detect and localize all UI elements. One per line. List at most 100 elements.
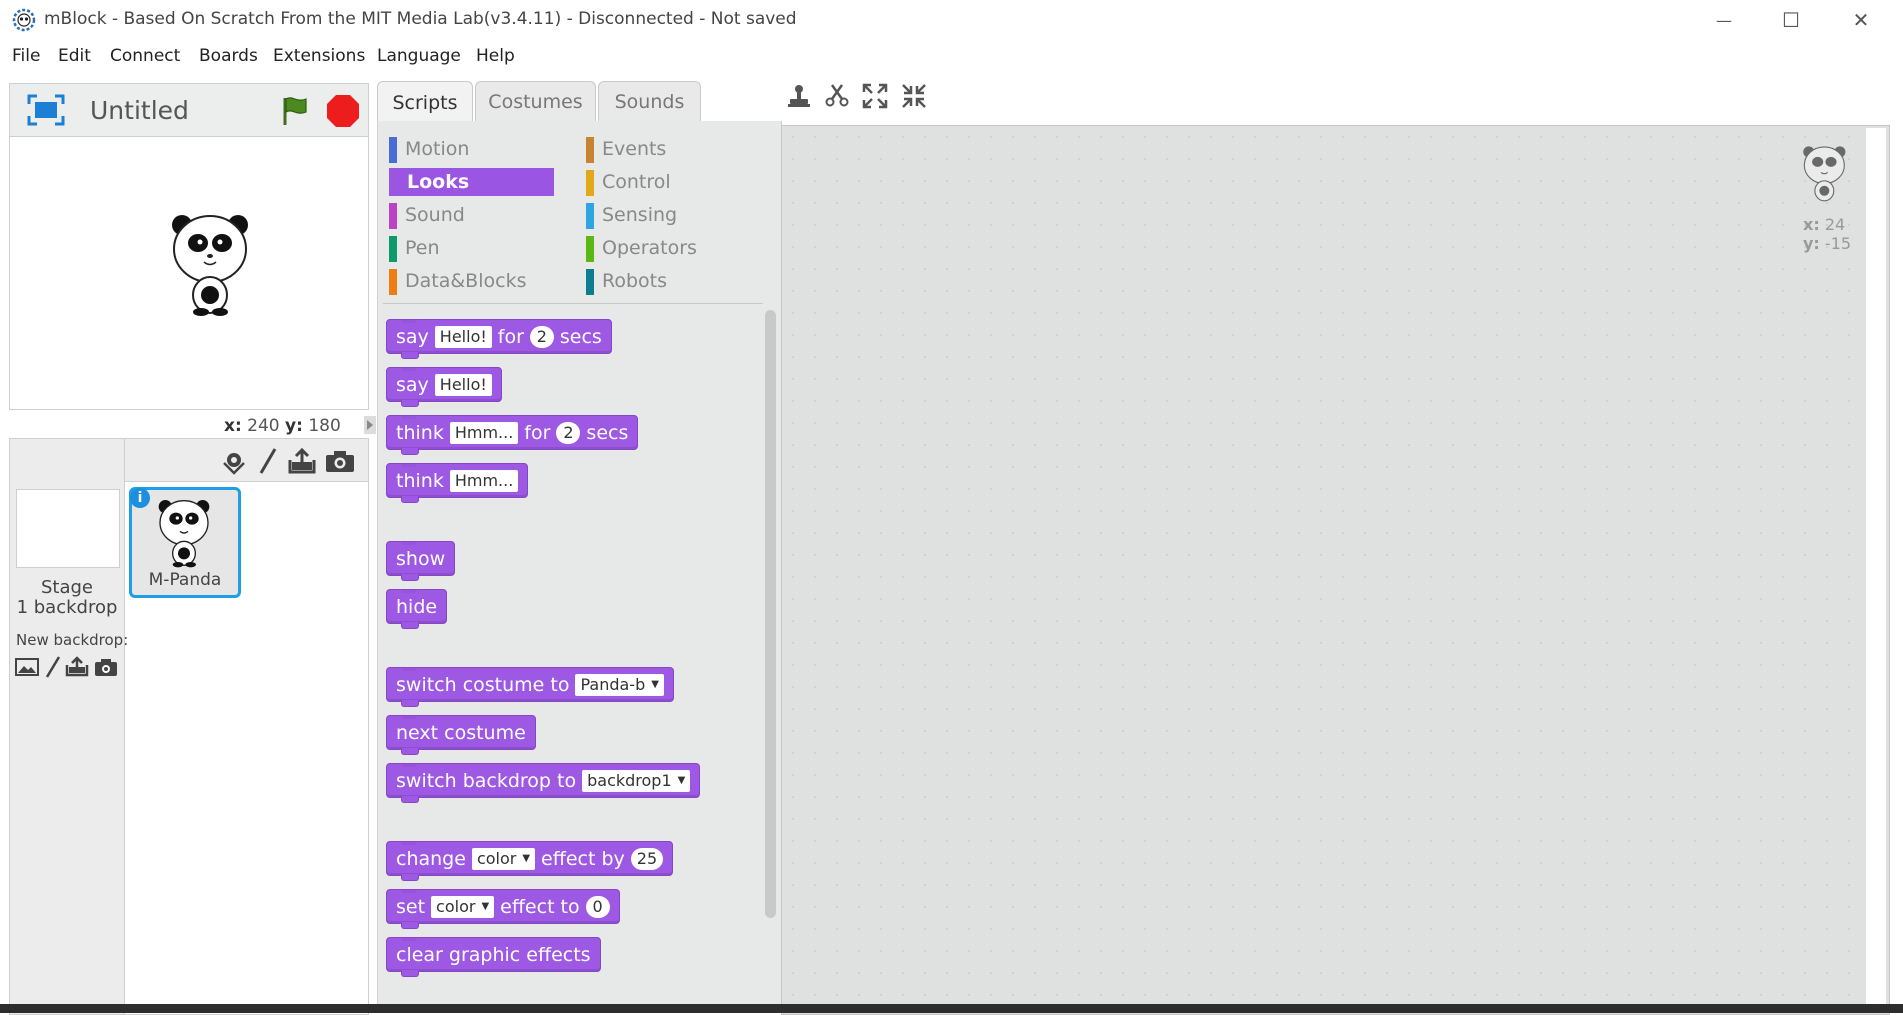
stage-y-value: 180 [308, 416, 341, 436]
stage-thumbnail[interactable] [16, 489, 120, 568]
category-looks[interactable]: Looks [389, 168, 554, 196]
taskbar-strip [0, 1004, 1903, 1013]
block-clear-graphic-effects[interactable]: clear graphic effects [386, 937, 601, 977]
project-title[interactable]: Untitled [90, 96, 189, 125]
category-color-bar [586, 170, 594, 196]
category-events[interactable]: Events [586, 135, 751, 163]
stage-label: Stage [40, 577, 93, 598]
block-text: for [524, 421, 551, 444]
category-color-bar [586, 203, 594, 229]
panda-thumbnail-icon [158, 499, 210, 568]
stage-collapse-arrow-icon[interactable] [364, 416, 376, 434]
sprite-x-value: 24 [1824, 215, 1846, 234]
tab-scripts[interactable]: Scripts [377, 81, 473, 124]
category-motion[interactable]: Motion [389, 135, 554, 163]
dropdown-arrow-icon: ▼ [651, 678, 659, 690]
sprite-y-value: -15 [1824, 234, 1852, 253]
number-input[interactable]: 2 [529, 325, 554, 348]
stage-thumbnail-column: Stage 1 backdrop New backdrop: [10, 439, 129, 1014]
maximize-button[interactable]: ☐ [1756, 0, 1826, 40]
maximize-icon: ☐ [1782, 8, 1800, 32]
text-input[interactable]: Hello! [434, 373, 492, 396]
upload-sprite-icon[interactable] [288, 447, 316, 475]
camera-backdrop-icon[interactable] [94, 657, 118, 677]
paint-new-sprite-icon[interactable] [258, 447, 278, 475]
block-hide[interactable]: hide [386, 589, 448, 629]
category-color-bar [586, 269, 594, 295]
category-label: Control [602, 171, 671, 193]
block-text: switch backdrop to [396, 769, 577, 792]
dropdown-value: color [476, 848, 517, 868]
number-input[interactable]: 0 [585, 895, 610, 918]
title-bar: mBlock - Based On Scratch From the MIT M… [0, 0, 1903, 40]
block-say-for-secs[interactable]: say Hello! for 2 secs [386, 319, 612, 359]
category-control[interactable]: Control [586, 168, 751, 196]
text-input[interactable]: Hmm... [449, 469, 519, 492]
text-input[interactable]: Hmm... [449, 421, 519, 444]
script-area[interactable] [781, 125, 1890, 1015]
category-color-bar [389, 236, 397, 262]
panda-sprite-on-stage[interactable] [168, 209, 258, 317]
backdrop-from-library-icon[interactable] [15, 657, 39, 677]
sprite-from-library-icon[interactable] [220, 449, 248, 475]
close-window-button[interactable]: ✕ [1826, 0, 1896, 40]
minimize-icon: — [1716, 10, 1732, 30]
costume-dropdown[interactable]: Panda-b ▼ [575, 673, 664, 696]
block-think-for-secs[interactable]: think Hmm... for 2 secs [386, 415, 639, 455]
block-text: set [396, 895, 426, 918]
upload-backdrop-icon[interactable] [65, 655, 89, 677]
new-backdrop-label: New backdrop: [16, 631, 129, 649]
block-set-effect[interactable]: set color ▼ effect to 0 [386, 889, 620, 929]
number-input[interactable]: 25 [630, 847, 664, 870]
dropdown-value: Panda-b [580, 674, 646, 694]
category-sound[interactable]: Sound [389, 201, 554, 229]
category-label: Robots [602, 270, 668, 292]
menu-boards[interactable]: Boards [199, 46, 258, 66]
tab-costumes[interactable]: Costumes [475, 81, 596, 122]
sprite-info-icon[interactable]: i [130, 488, 150, 508]
effect-dropdown[interactable]: color ▼ [431, 895, 495, 918]
number-input[interactable]: 2 [556, 421, 581, 444]
minimize-button[interactable]: — [1689, 0, 1759, 40]
category-robots[interactable]: Robots [586, 267, 751, 295]
dropdown-arrow-icon: ▼ [522, 852, 531, 864]
menu-extensions[interactable]: Extensions [273, 46, 365, 66]
green-flag-icon[interactable] [278, 94, 312, 128]
menu-file[interactable]: File [12, 46, 40, 66]
camera-sprite-icon[interactable] [325, 449, 355, 473]
menu-bar: File Edit Connect Boards Extensions Lang… [0, 42, 1903, 70]
stop-icon[interactable] [325, 93, 361, 129]
category-sensing[interactable]: Sensing [586, 201, 751, 229]
block-change-effect[interactable]: change color ▼ effect by 25 [386, 841, 674, 881]
category-operators[interactable]: Operators [586, 234, 751, 262]
block-show[interactable]: show [386, 541, 456, 581]
sprite-thumbnail-m-panda[interactable]: i M-Panda [129, 487, 241, 598]
grow-icon[interactable] [862, 83, 888, 109]
menu-connect[interactable]: Connect [110, 46, 180, 66]
stage-x-value: 240 [247, 416, 280, 436]
block-switch-backdrop[interactable]: switch backdrop to backdrop1 ▼ [386, 763, 701, 803]
block-think[interactable]: think Hmm... [386, 463, 529, 503]
delete-scissors-icon[interactable] [824, 82, 850, 108]
effect-dropdown[interactable]: color ▼ [471, 847, 536, 870]
block-next-costume[interactable]: next costume [386, 715, 536, 755]
category-data-blocks[interactable]: Data&Blocks [389, 267, 554, 295]
shrink-icon[interactable] [901, 83, 927, 109]
text-input[interactable]: Hello! [434, 325, 492, 348]
palette-scrollbar[interactable] [765, 310, 776, 918]
paint-backdrop-icon[interactable] [44, 655, 62, 679]
block-say[interactable]: say Hello! [386, 367, 502, 407]
tab-sounds[interactable]: Sounds [598, 81, 701, 122]
block-switch-costume[interactable]: switch costume to Panda-b ▼ [386, 667, 674, 707]
fullscreen-icon[interactable] [27, 94, 65, 126]
duplicate-stamp-icon[interactable] [786, 83, 812, 109]
backdrop-dropdown[interactable]: backdrop1 ▼ [582, 769, 691, 792]
block-text: effect to [500, 895, 580, 918]
menu-help[interactable]: Help [476, 46, 515, 66]
stage-canvas[interactable] [9, 136, 369, 410]
menu-edit[interactable]: Edit [58, 46, 91, 66]
category-pen[interactable]: Pen [389, 234, 554, 262]
block-text: secs [559, 325, 602, 348]
script-area-scrollbar[interactable] [1866, 128, 1886, 1013]
menu-language[interactable]: Language [377, 46, 461, 66]
